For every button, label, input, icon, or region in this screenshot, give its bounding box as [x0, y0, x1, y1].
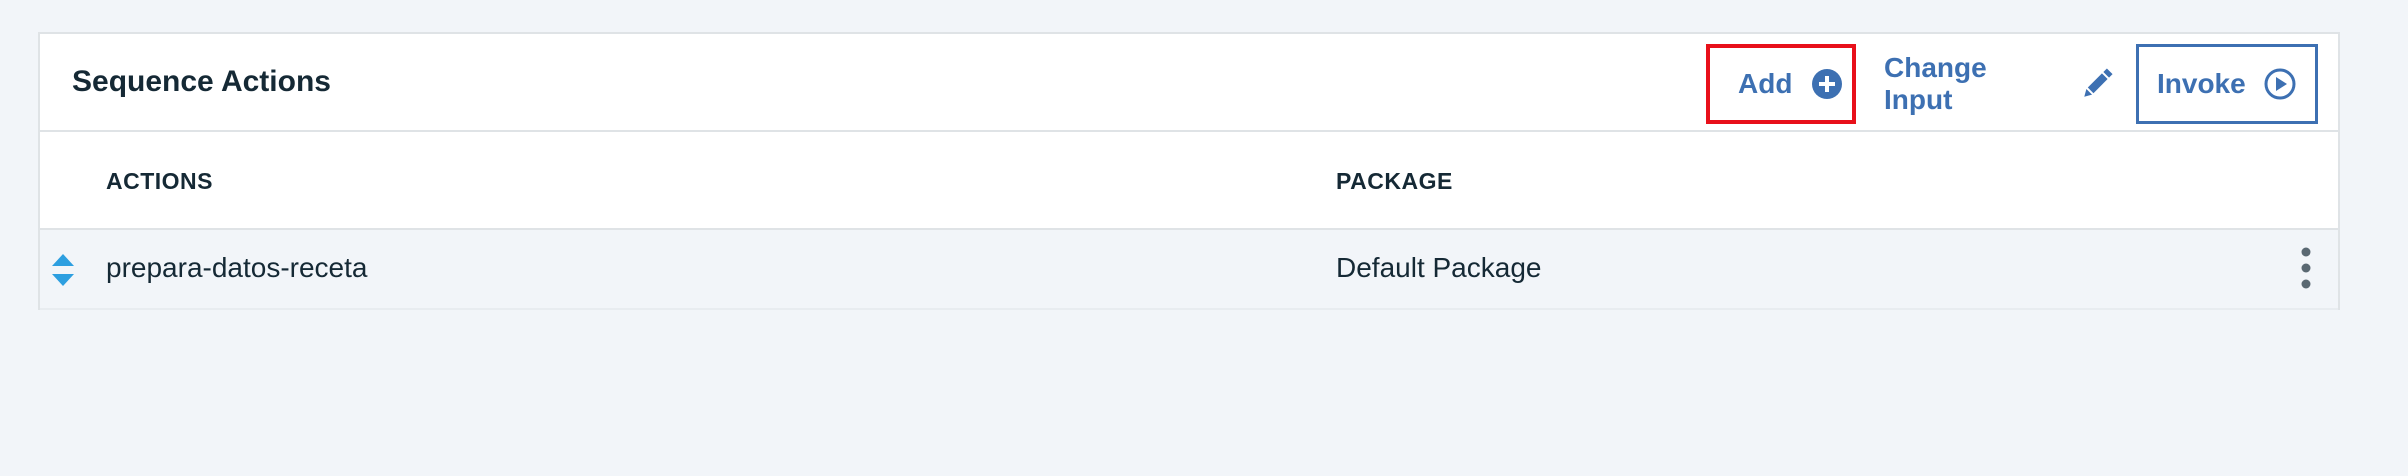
panel-header: Sequence Actions Add Change Input Invoke: [40, 34, 2338, 132]
overflow-menu-icon[interactable]: [2298, 246, 2314, 292]
plus-circle-icon: [1812, 69, 1843, 99]
change-input-button-label: Change Input: [1884, 52, 1987, 115]
action-name-cell: prepara-datos-receta: [106, 252, 368, 283]
reorder-arrows-icon[interactable]: [50, 252, 76, 288]
change-input-button[interactable]: Change Input: [1878, 44, 2118, 124]
add-button-label: Add: [1738, 68, 1793, 99]
sequence-actions-panel: Sequence Actions Add Change Input Invoke…: [38, 32, 2340, 310]
panel-title: Sequence Actions: [72, 65, 331, 98]
table-header-row: ACTIONS PACKAGE: [40, 132, 2338, 230]
invoke-button-label: Invoke: [2157, 68, 2246, 99]
package-name-cell: Default Package: [1336, 252, 1542, 283]
table-row: prepara-datos-receta Default Package: [40, 230, 2338, 310]
pencil-icon: [2080, 67, 2114, 101]
play-circle-icon: [2264, 68, 2296, 100]
add-button[interactable]: Add: [1706, 44, 1856, 124]
column-header-package: PACKAGE: [1336, 168, 1453, 194]
column-header-actions: ACTIONS: [106, 168, 213, 194]
invoke-button[interactable]: Invoke: [2136, 44, 2318, 124]
